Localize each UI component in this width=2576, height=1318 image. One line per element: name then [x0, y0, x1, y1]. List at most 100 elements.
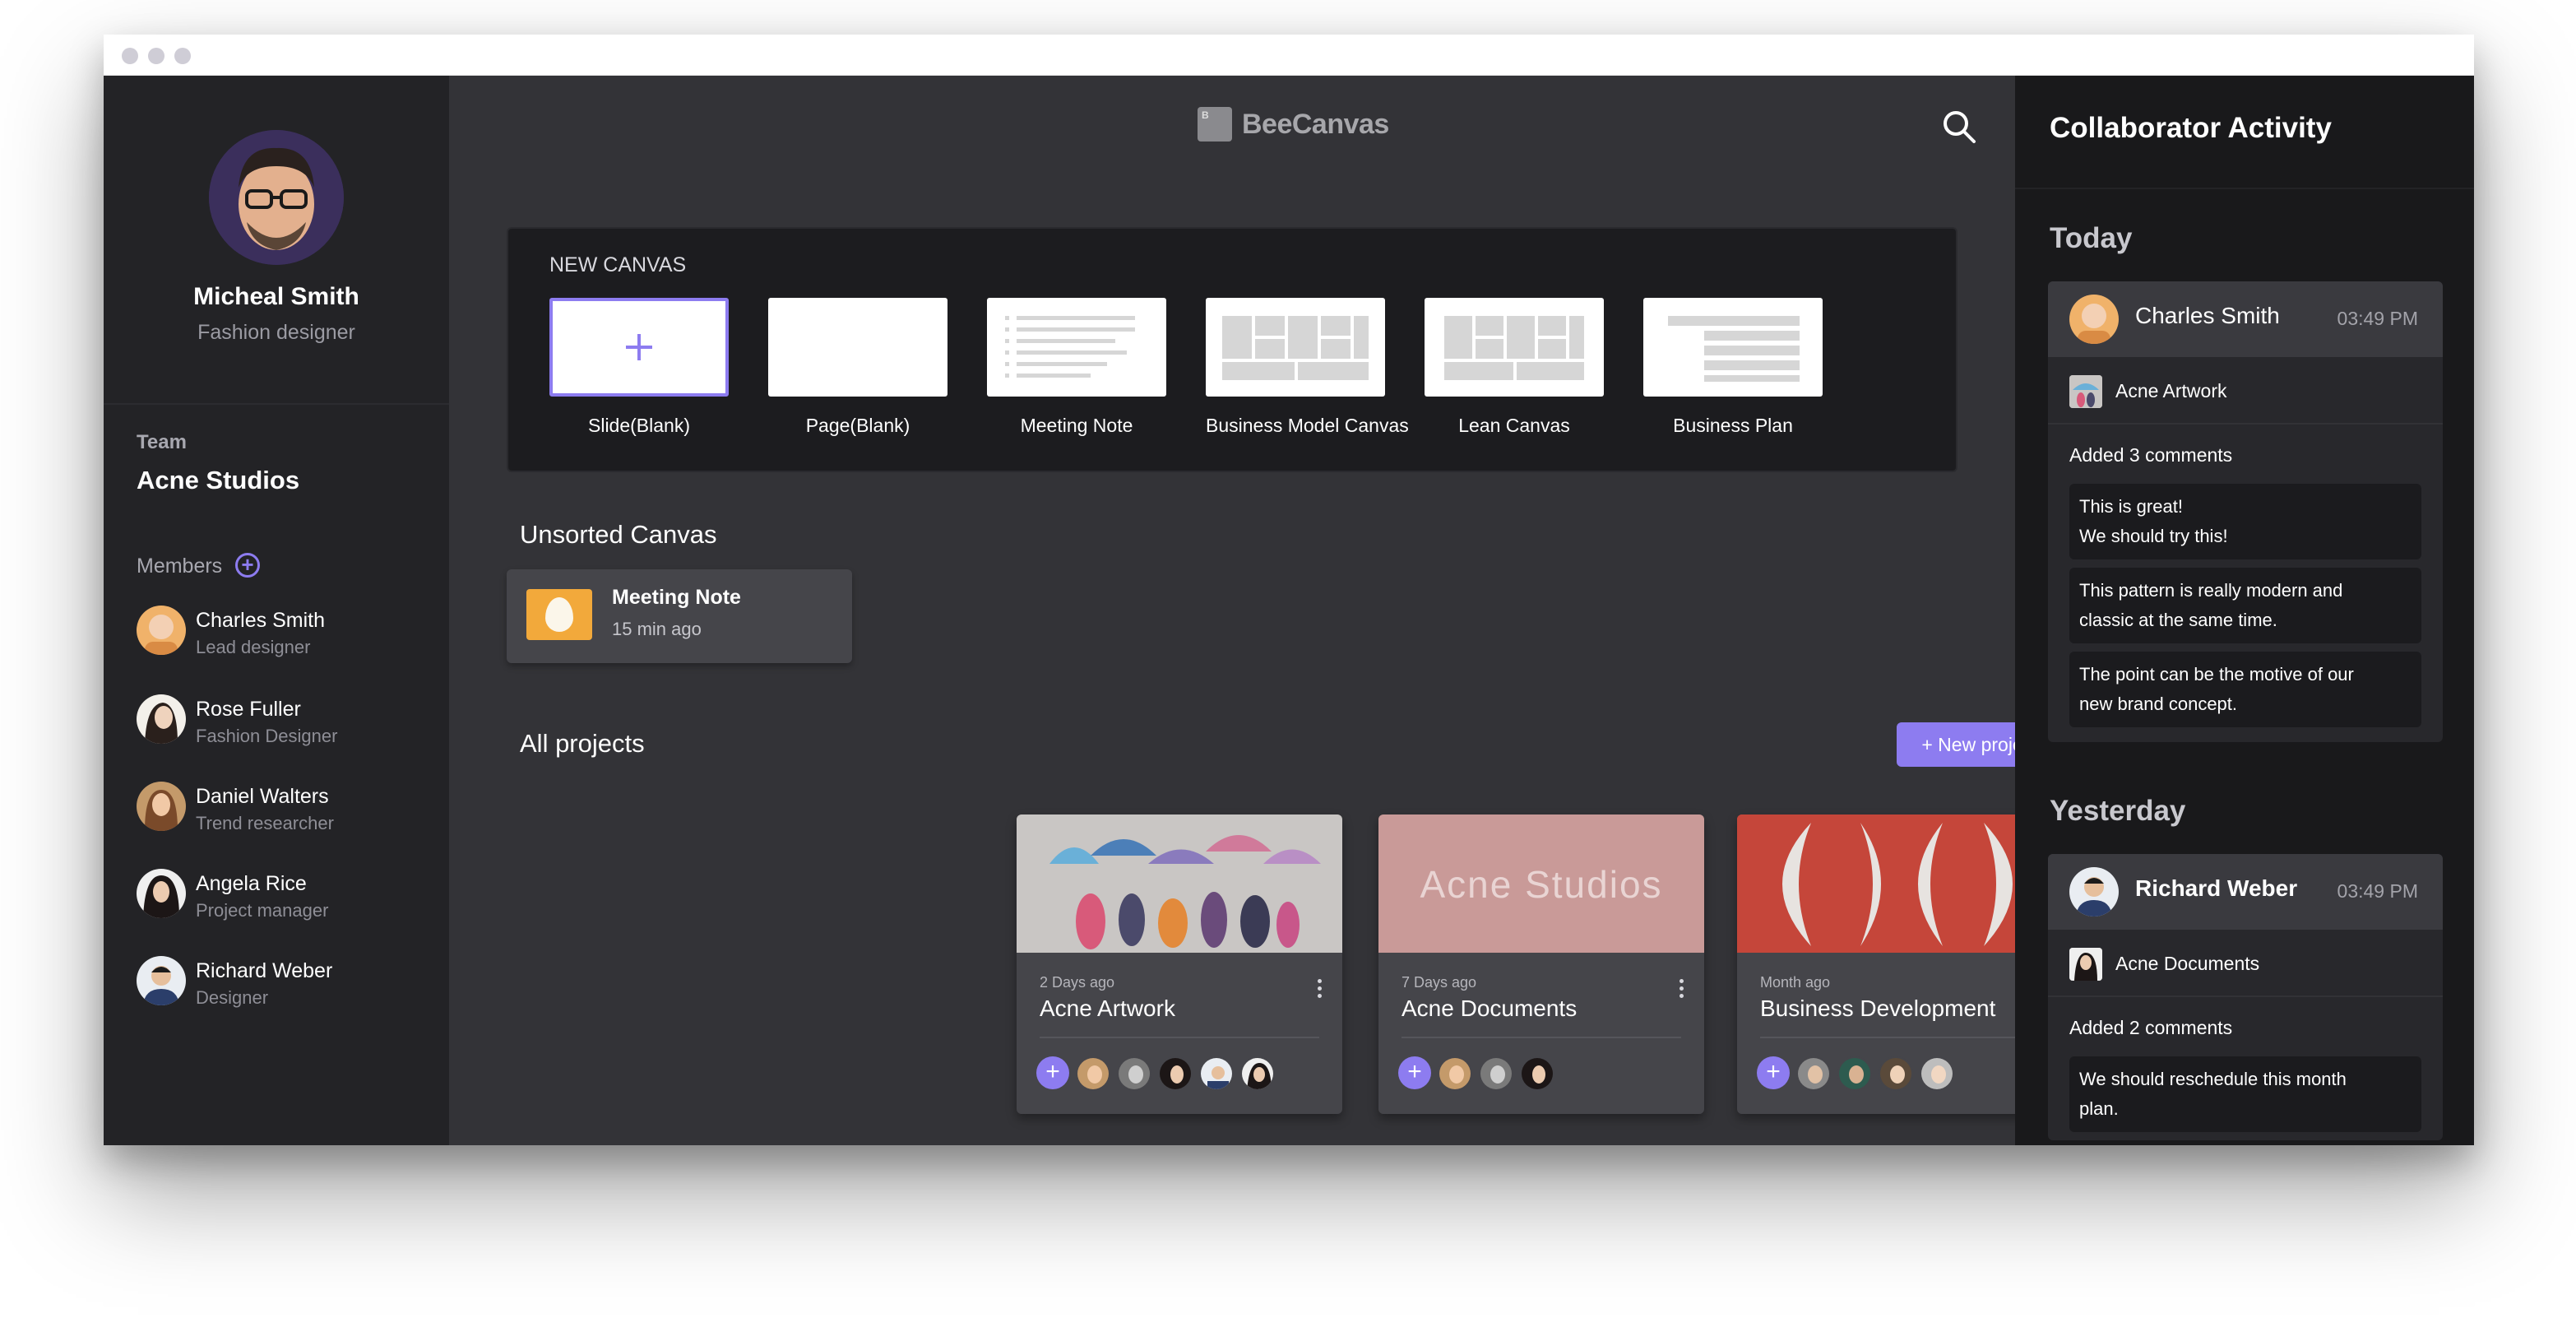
avatar — [1920, 1056, 1954, 1091]
avatar — [1240, 1056, 1275, 1091]
template-meeting-note[interactable]: Meeting Note — [987, 298, 1166, 437]
avatar — [2069, 295, 2119, 344]
template-thumbnail — [1206, 298, 1385, 397]
profile-name: Micheal Smith — [193, 283, 359, 310]
project-card[interactable]: 2 Days ago Acne Artwork + — [1017, 814, 1342, 1114]
more-vertical-icon[interactable] — [1673, 976, 1689, 1009]
search-icon[interactable] — [1941, 109, 1977, 145]
activity-header: Richard Weber 03:49 PM — [2048, 854, 2443, 930]
project-title: Acne Artwork — [1040, 995, 1175, 1021]
add-collaborator-button[interactable]: + — [1398, 1056, 1431, 1089]
sidebar-divider — [104, 403, 449, 405]
member-item[interactable]: Charles Smith Lead designer — [137, 606, 433, 671]
team-name[interactable]: Acne Studios — [137, 466, 299, 495]
avatar — [1520, 1056, 1554, 1091]
avatar — [1796, 1056, 1831, 1091]
project-card[interactable]: Acne Studios 7 Days ago Acne Documents + — [1378, 814, 1704, 1114]
template-label: Lean Canvas — [1458, 415, 1570, 436]
comment-line: new brand concept. — [2079, 694, 2238, 714]
project-cover — [1737, 814, 2063, 953]
canvas-time: 15 min ago — [612, 619, 702, 639]
template-slide-blank[interactable]: Slide(Blank) — [549, 298, 729, 437]
template-thumbnail — [768, 298, 947, 397]
add-collaborator-button[interactable]: + — [1757, 1056, 1790, 1089]
avatar — [2069, 867, 2119, 917]
member-item[interactable]: Rose Fuller Fashion Designer — [137, 694, 433, 760]
template-business-model-canvas[interactable]: Business Model Canvas — [1206, 298, 1409, 437]
project-title: Acne Documents — [1402, 995, 1578, 1021]
day-label-today: Today — [2050, 222, 2133, 254]
add-collaborator-button[interactable]: + — [1036, 1056, 1069, 1089]
project-date: Month ago — [1760, 974, 1831, 991]
canvas-title: Meeting Note — [612, 586, 741, 609]
project-card[interactable]: Month ago Business Development + — [1737, 814, 2063, 1114]
unsorted-canvas-card[interactable]: Meeting Note 15 min ago — [507, 569, 852, 663]
avatar — [137, 694, 186, 744]
activity-card[interactable]: Charles Smith 03:49 PM Acne Artwork Adde… — [2048, 281, 2443, 742]
member-item[interactable]: Angela Rice Project manager — [137, 869, 433, 935]
template-thumbnail — [1425, 298, 1604, 397]
template-thumbnail — [987, 298, 1166, 397]
comment-line: We should reschedule this month — [2079, 1069, 2347, 1089]
template-label: Business Model Canvas — [1206, 415, 1409, 436]
unsorted-title: Unsorted Canvas — [520, 520, 717, 549]
project-thumbnail — [2069, 948, 2102, 981]
member-item[interactable]: Richard Weber Designer — [137, 956, 433, 1022]
project-title: Business Development — [1760, 995, 1996, 1021]
add-member-icon[interactable]: + — [235, 553, 260, 578]
projects-title: All projects — [520, 729, 645, 758]
project-date: 7 Days ago — [1402, 974, 1477, 991]
template-label: Page(Blank) — [805, 415, 910, 436]
member-name: Rose Fuller — [196, 698, 301, 721]
activity-project[interactable]: Acne Artwork — [2048, 357, 2443, 425]
avatar — [1199, 1056, 1234, 1091]
collaborator-activity-panel: Collaborator Activity Today Charles Smit… — [2015, 76, 2474, 1145]
avatar — [1837, 1056, 1872, 1091]
comment-line: This pattern is really modern and — [2079, 580, 2343, 601]
template-label: Business Plan — [1673, 415, 1793, 436]
comment-line: This is great! — [2079, 496, 2183, 517]
member-name: Richard Weber — [196, 959, 333, 982]
members-label: Members — [137, 555, 223, 578]
activity-project[interactable]: Acne Documents — [2048, 930, 2443, 997]
maximize-window-button[interactable] — [174, 48, 191, 64]
plus-icon — [626, 334, 652, 360]
avatar — [1158, 1056, 1193, 1091]
member-name: Charles Smith — [196, 609, 325, 632]
close-window-button[interactable] — [122, 48, 138, 64]
project-thumbnail — [2069, 375, 2102, 408]
activity-time: 03:49 PM — [2337, 308, 2418, 329]
comment-line: classic at the same time. — [2079, 610, 2277, 630]
divider — [1760, 1037, 2040, 1038]
template-lean-canvas[interactable]: Lean Canvas — [1425, 298, 1604, 437]
activity-time: 03:49 PM — [2337, 880, 2418, 902]
avatar — [137, 956, 186, 1005]
avatar — [137, 782, 186, 831]
member-name: Angela Rice — [196, 872, 307, 895]
comment-line: plan. — [2079, 1098, 2119, 1119]
activity-card[interactable]: Richard Weber 03:49 PM Acne Documents Ad… — [2048, 854, 2443, 1140]
activity-user: Charles Smith — [2135, 303, 2280, 328]
avatar — [1438, 1056, 1472, 1091]
avatar — [1117, 1056, 1151, 1091]
member-item[interactable]: Daniel Walters Trend researcher — [137, 782, 433, 847]
template-business-plan[interactable]: Business Plan — [1643, 298, 1823, 437]
comment[interactable]: This is great! We should try this! — [2069, 484, 2421, 559]
member-name: Daniel Walters — [196, 785, 329, 808]
activity-title: Collaborator Activity — [2050, 112, 2332, 144]
avatar — [137, 869, 186, 918]
app-window: Micheal Smith Fashion designer Team Acne… — [104, 35, 2474, 1145]
comment[interactable]: We should reschedule this month plan. — [2069, 1056, 2421, 1132]
template-label: Meeting Note — [1020, 415, 1133, 436]
more-vertical-icon[interactable] — [1311, 976, 1327, 1009]
minimize-window-button[interactable] — [148, 48, 164, 64]
divider — [1402, 1037, 1681, 1038]
template-page-blank[interactable]: Page(Blank) — [768, 298, 947, 437]
team-label: Team — [137, 431, 187, 453]
member-role: Project manager — [196, 900, 329, 921]
comment[interactable]: This pattern is really modern and classi… — [2069, 568, 2421, 643]
template-label: Slide(Blank) — [588, 415, 690, 436]
comment-line: The point can be the motive of our — [2079, 664, 2354, 685]
comment[interactable]: The point can be the motive of our new b… — [2069, 652, 2421, 727]
profile-avatar[interactable] — [209, 130, 344, 265]
